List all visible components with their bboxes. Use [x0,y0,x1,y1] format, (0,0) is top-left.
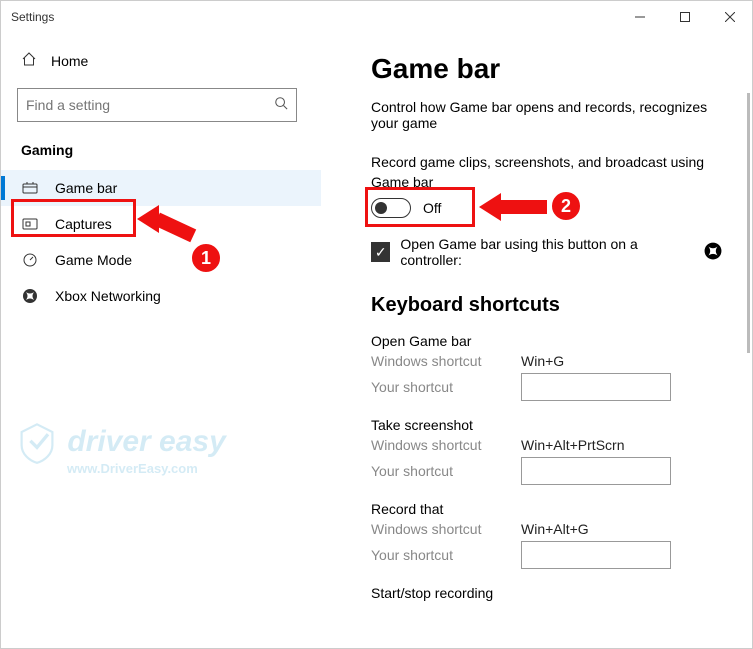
nav-home[interactable]: Home [1,41,321,80]
shortcut-input[interactable] [521,457,671,485]
sidebar-item-label: Captures [55,216,112,232]
shortcut-record-that: Record that Windows shortcut Win+Alt+G Y… [371,501,722,569]
shortcut-win-value: Win+G [521,353,564,369]
sidebar: Home Gaming Game bar Captures [1,33,321,648]
sidebar-section-gaming: Gaming [1,136,321,170]
window-titlebar: Settings [1,1,752,33]
sidebar-item-captures[interactable]: Captures [1,206,321,242]
sidebar-item-game-bar[interactable]: Game bar [1,170,321,206]
search-icon [274,96,288,115]
game-bar-toggle[interactable] [371,198,411,218]
captures-icon [21,217,39,231]
search-input[interactable] [26,97,274,113]
shortcut-take-screenshot: Take screenshot Windows shortcut Win+Alt… [371,417,722,485]
nav-home-label: Home [51,53,88,69]
controller-checkbox[interactable]: ✓ [371,242,390,262]
shortcut-your-label: Your shortcut [371,463,521,479]
close-button[interactable] [707,1,752,33]
main-content: Game bar Control how Game bar opens and … [321,33,752,648]
shortcut-title: Record that [371,501,722,517]
shortcut-win-label: Windows shortcut [371,353,521,369]
shortcut-win-value: Win+Alt+PrtScrn [521,437,624,453]
game-mode-icon [21,252,39,268]
shortcut-title: Take screenshot [371,417,722,433]
window-title: Settings [11,10,54,24]
shortcut-win-value: Win+Alt+G [521,521,589,537]
shortcut-open-game-bar: Open Game bar Windows shortcut Win+G You… [371,333,722,401]
shortcut-input[interactable] [521,373,671,401]
sidebar-item-label: Game Mode [55,252,132,268]
shortcut-start-stop-recording: Start/stop recording [371,585,722,601]
home-icon [21,51,37,70]
maximize-button[interactable] [662,1,707,33]
sidebar-item-xbox-networking[interactable]: Xbox Networking [1,278,321,314]
xbox-icon [21,288,39,304]
toggle-description: Record game clips, screenshots, and broa… [371,153,722,192]
shortcut-title: Start/stop recording [371,585,722,601]
controller-checkbox-label: Open Game bar using this button on a con… [400,236,694,268]
shortcut-your-label: Your shortcut [371,379,521,395]
shortcut-input[interactable] [521,541,671,569]
shortcut-your-label: Your shortcut [371,547,521,563]
window-controls [617,1,752,33]
toggle-knob [375,202,387,214]
sidebar-item-game-mode[interactable]: Game Mode [1,242,321,278]
shortcut-win-label: Windows shortcut [371,521,521,537]
game-bar-icon [21,181,39,195]
xbox-button-icon [704,242,722,263]
toggle-state-label: Off [423,200,441,216]
sidebar-item-label: Game bar [55,180,117,196]
scrollbar[interactable] [747,93,750,353]
minimize-button[interactable] [617,1,662,33]
sidebar-item-label: Xbox Networking [55,288,161,304]
shortcut-title: Open Game bar [371,333,722,349]
page-title: Game bar [371,53,722,85]
shortcut-win-label: Windows shortcut [371,437,521,453]
shortcuts-heading: Keyboard shortcuts [371,294,722,317]
page-description: Control how Game bar opens and records, … [371,99,722,131]
search-box[interactable] [17,88,297,122]
